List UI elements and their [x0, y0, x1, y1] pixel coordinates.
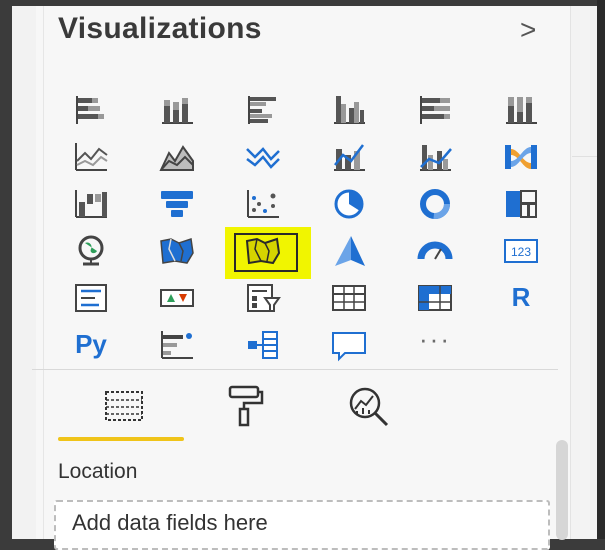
fields-pane-divider: [572, 156, 597, 157]
decomposition-tree-icon: [248, 330, 278, 359]
multi-row-card-button[interactable]: [48, 274, 134, 321]
map-button[interactable]: [48, 227, 134, 274]
waterfall-chart-icon: [75, 189, 107, 218]
line-and-clustered-column-chart-icon: [420, 144, 452, 171]
card-button[interactable]: 123: [478, 227, 564, 274]
100-stacked-column-chart-icon: [506, 96, 537, 124]
scatter-chart-button[interactable]: [220, 180, 306, 227]
area-chart-button[interactable]: [134, 133, 220, 180]
area-chart-icon: [159, 144, 194, 171]
ellipsis-icon: ···: [419, 324, 451, 354]
stacked-column-chart-icon: [162, 97, 193, 124]
drop-zone-placeholder: Add data fields here: [72, 510, 268, 535]
ribbon-chart-icon: [505, 144, 537, 169]
stacked-bar-chart-button[interactable]: [48, 86, 134, 133]
line-chart-icon: [75, 142, 108, 171]
funnel-chart-icon: [161, 190, 193, 217]
analytics-magnifier-icon: [349, 387, 389, 427]
pane-scrollbar[interactable]: [556, 440, 568, 540]
waterfall-chart-button[interactable]: [48, 180, 134, 227]
fields-pane-edge: [570, 6, 597, 539]
decomposition-tree-button[interactable]: [220, 321, 306, 368]
donut-chart-icon: [420, 188, 450, 219]
line-and-clustered-column-chart-button[interactable]: [392, 133, 478, 180]
slicer-button[interactable]: [220, 274, 306, 321]
shape-map-button[interactable]: [220, 227, 311, 279]
chevron-right-icon[interactable]: >: [520, 14, 536, 46]
clustered-column-chart-button[interactable]: [306, 86, 392, 133]
slicer-icon: [247, 283, 281, 312]
ribbon-chart-button[interactable]: [478, 133, 564, 180]
table-button[interactable]: [306, 274, 392, 321]
key-influencers-button[interactable]: [134, 321, 220, 368]
kpi-button[interactable]: [134, 274, 220, 321]
active-tab-indicator: [58, 437, 184, 441]
shape-map-icon: [245, 237, 281, 264]
pie-chart-button[interactable]: [306, 180, 392, 227]
table-icon: [332, 284, 366, 311]
location-well-label: Location: [58, 460, 138, 483]
stacked-column-chart-button[interactable]: [134, 86, 220, 133]
gauge-button[interactable]: [392, 227, 478, 274]
python-icon: Py: [75, 329, 107, 359]
100-stacked-bar-chart-icon: [420, 95, 450, 124]
tab-fields[interactable]: [94, 380, 154, 432]
clustered-bar-chart-icon: [248, 95, 276, 124]
treemap-button[interactable]: [478, 180, 564, 227]
paint-roller-icon: [228, 385, 264, 427]
stacked-bar-chart-icon: [76, 95, 104, 124]
treemap-icon: [506, 189, 537, 218]
line-chart-button[interactable]: [48, 133, 134, 180]
tab-format[interactable]: [216, 380, 276, 432]
window-frame-right: [597, 0, 605, 539]
multi-row-card-icon: [75, 283, 107, 312]
globe-map-icon: [78, 235, 104, 265]
matrix-button[interactable]: [392, 274, 478, 321]
pane-left-strip: [12, 6, 36, 539]
scatter-chart-icon: [247, 189, 279, 218]
key-influencers-icon: [161, 330, 193, 359]
filled-map-button[interactable]: [134, 227, 220, 274]
card-icon: 123: [504, 238, 538, 263]
kpi-icon: [160, 288, 194, 307]
filled-map-icon: [160, 237, 194, 264]
pane-title: Visualizations: [58, 12, 262, 45]
pie-chart-icon: [334, 189, 364, 218]
gauge-icon: [417, 241, 453, 260]
card-icon-label: 123: [511, 245, 531, 259]
r-script-icon: R: [511, 282, 531, 312]
donut-chart-button[interactable]: [392, 180, 478, 227]
azure-map-icon: [335, 235, 365, 266]
speech-bubble-icon: [332, 331, 366, 361]
qa-button[interactable]: [306, 321, 392, 368]
fields-icon: [105, 391, 143, 421]
clustered-column-chart-icon: [334, 95, 365, 124]
line-and-stacked-column-chart-button[interactable]: [306, 133, 392, 180]
python-visual-button[interactable]: Py: [48, 321, 134, 368]
tab-analytics[interactable]: [340, 380, 400, 432]
line-and-stacked-column-chart-icon: [334, 143, 365, 171]
stacked-area-chart-icon: [246, 146, 280, 169]
visual-gallery: 123 R Py ···: [48, 86, 564, 368]
azure-map-button[interactable]: [306, 227, 392, 274]
matrix-icon: [418, 284, 452, 311]
100-stacked-column-chart-button[interactable]: [478, 86, 564, 133]
section-divider: [32, 369, 558, 370]
stacked-area-chart-button[interactable]: [220, 133, 306, 180]
more-visuals-button[interactable]: ···: [392, 321, 478, 368]
100-stacked-bar-chart-button[interactable]: [392, 86, 478, 133]
pane-divider: [43, 6, 44, 539]
r-visual-button[interactable]: R: [478, 274, 564, 321]
funnel-chart-button[interactable]: [134, 180, 220, 227]
clustered-bar-chart-button[interactable]: [220, 86, 306, 133]
